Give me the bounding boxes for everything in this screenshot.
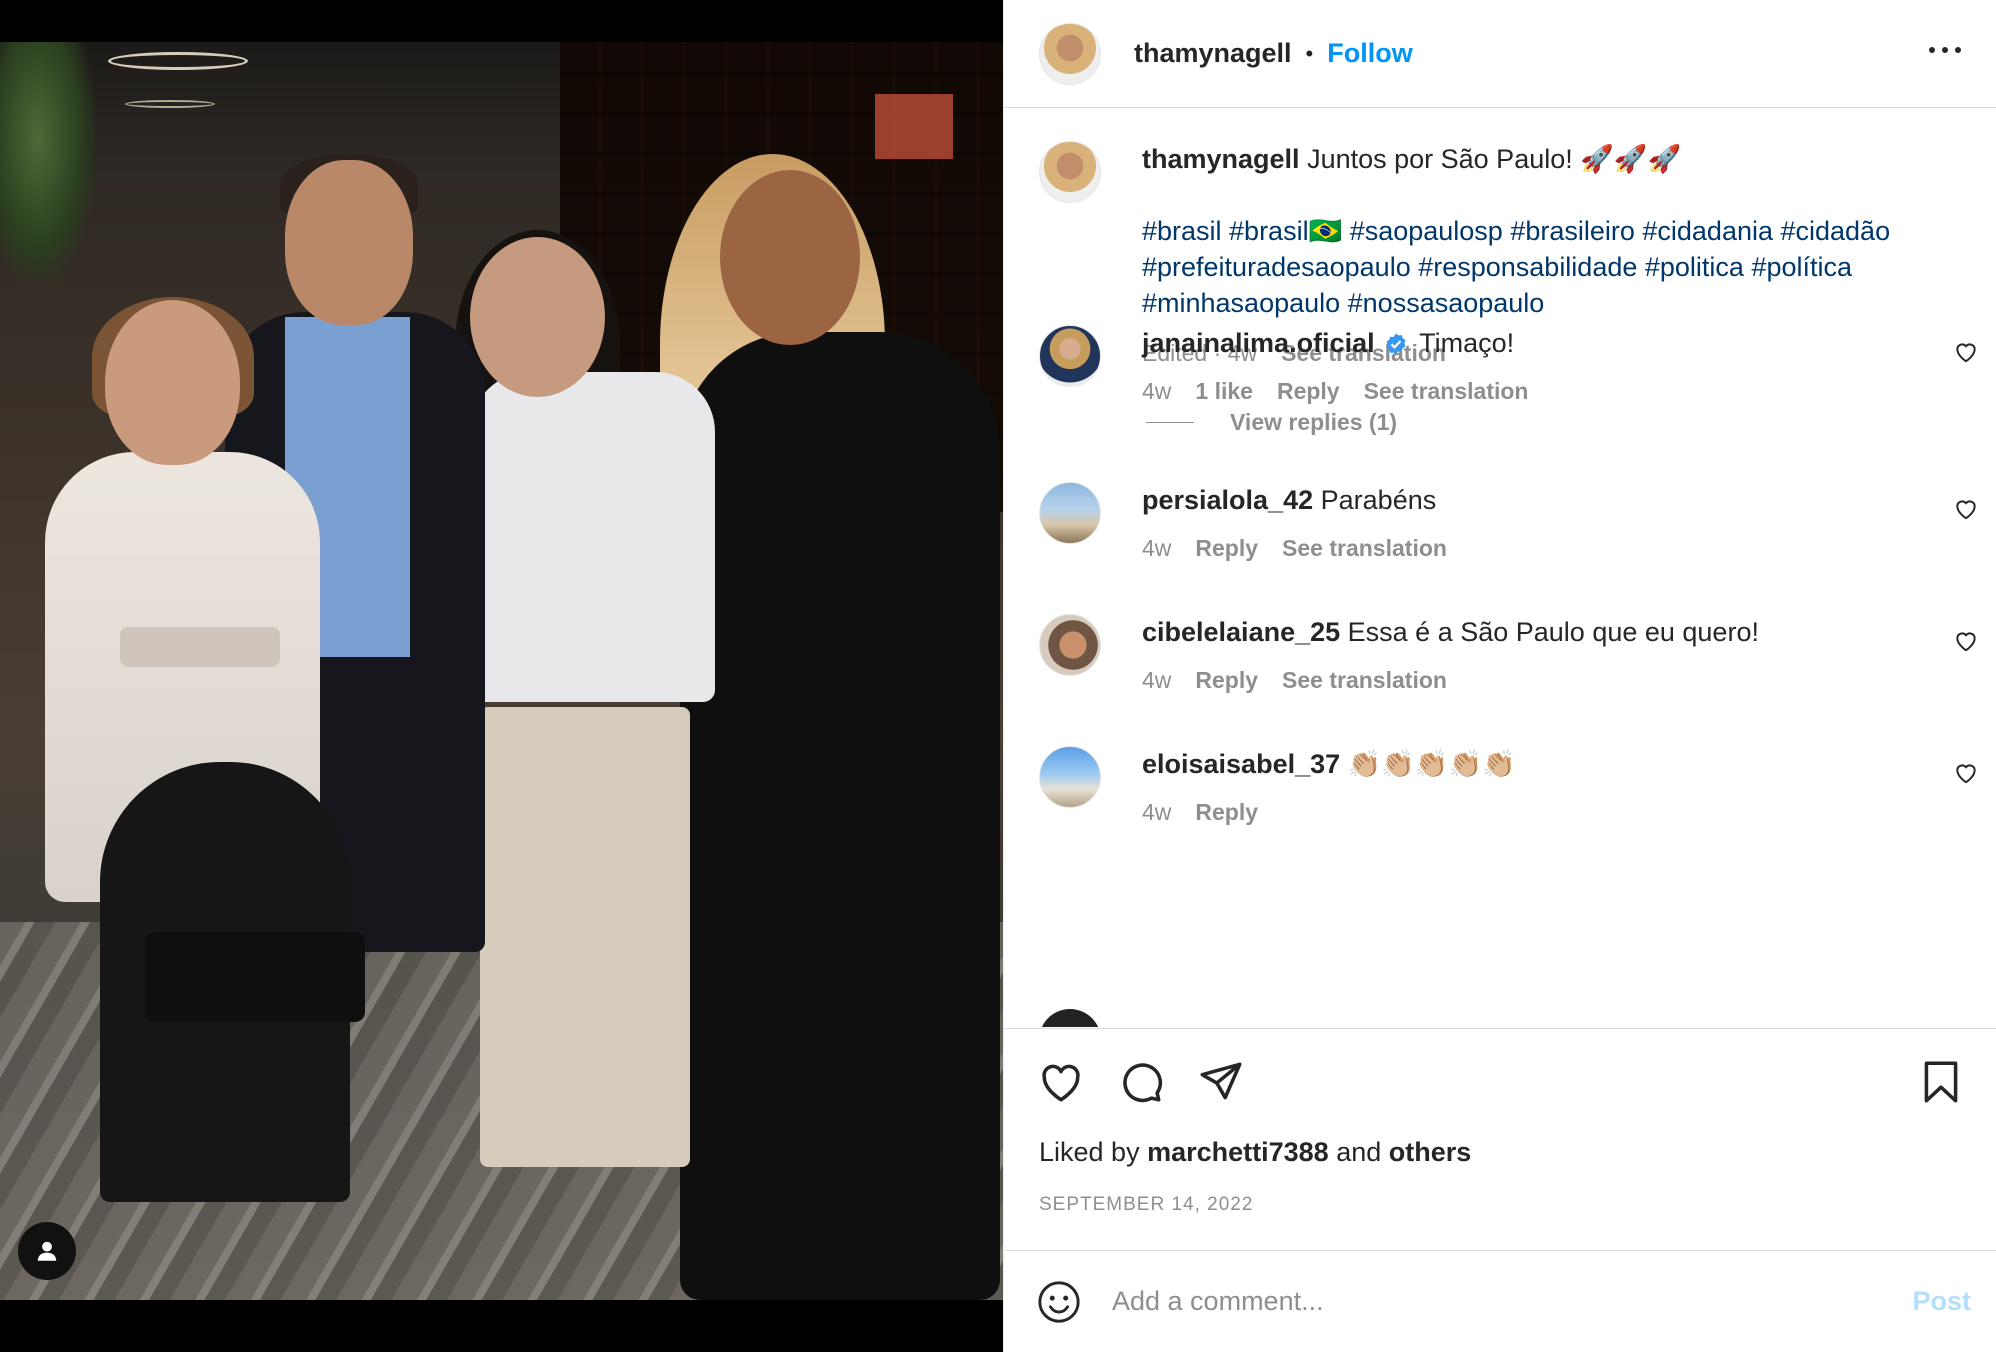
commenter-avatar[interactable] [1039,1009,1101,1027]
view-replies-button[interactable]: View replies (1) [1146,409,1397,436]
post-sidebar: thamynagell • Follow thamynagell Juntos … [1003,0,1996,1352]
heart-icon[interactable] [1036,1057,1086,1107]
comment-item-partial [1039,1009,1439,1027]
comment-time: 4w [1142,667,1172,693]
comment-heart-icon[interactable] [1953,339,1979,365]
comment-text: Timaço! [1419,328,1515,358]
view-replies-label: View replies (1) [1230,409,1398,435]
follow-button[interactable]: Follow [1327,38,1412,69]
post-media[interactable] [0,0,1003,1352]
likes-others[interactable]: others [1389,1137,1472,1167]
commenter-username[interactable]: eloisaisabel_37 [1142,749,1340,779]
caption-hashtags: #brasil #brasil🇧🇷 #saopaulosp #brasileir… [1142,213,1972,321]
post-actions: Liked by marchetti7388 and others SEPTEM… [1004,1028,1996,1250]
comment-input[interactable] [1112,1286,1852,1317]
verified-badge-icon [1386,333,1406,355]
caption-username[interactable]: thamynagell [1142,144,1300,174]
comment-time: 4w [1142,799,1172,825]
comment-likes[interactable]: 1 like [1195,373,1253,409]
emoji-icon[interactable] [1036,1279,1082,1325]
bookmark-icon[interactable] [1916,1057,1966,1107]
more-options-icon[interactable] [1925,30,1965,70]
commenter-username[interactable]: persialola_42 [1142,485,1313,515]
reply-button[interactable]: Reply [1277,373,1340,409]
comment-time: 4w [1142,535,1172,561]
instagram-post-view: thamynagell • Follow thamynagell Juntos … [0,0,1996,1352]
commenter-username[interactable]: cibelelaiane_25 [1142,617,1340,647]
post-header: thamynagell • Follow [1004,0,1996,108]
hashtags-line[interactable]: #brasil #brasil🇧🇷 #saopaulosp #brasileir… [1142,213,1972,249]
reply-button[interactable]: Reply [1195,530,1258,566]
caption-avatar[interactable] [1039,141,1101,203]
share-icon[interactable] [1196,1057,1246,1107]
commenter-avatar[interactable] [1039,746,1101,808]
reply-button[interactable]: Reply [1195,794,1258,830]
liked-by-user[interactable]: marchetti7388 [1147,1137,1329,1167]
likes-and: and [1336,1137,1382,1167]
author-username[interactable]: thamynagell [1134,38,1292,69]
see-translation-link[interactable]: See translation [1364,373,1529,409]
caption-text: Juntos por São Paulo! 🚀🚀🚀 [1307,144,1682,174]
commenter-avatar[interactable] [1039,614,1101,676]
comment-composer: Post [1004,1250,1996,1352]
comment-text: 👏🏼👏🏼👏🏼👏🏼👏🏼 [1347,749,1516,779]
hashtags-line[interactable]: #minhasaopaulo #nossasaopaulo [1142,285,1972,321]
likes-prefix: Liked by [1039,1137,1140,1167]
author-avatar[interactable] [1039,22,1101,85]
comment-text: Essa é a São Paulo que eu quero! [1347,617,1759,647]
reply-button[interactable]: Reply [1195,662,1258,698]
comment-heart-icon[interactable] [1953,760,1979,786]
post-button[interactable]: Post [1912,1286,1971,1317]
hashtags-line[interactable]: #prefeituradesaopaulo #responsabilidade … [1142,249,1972,285]
commenter-avatar[interactable] [1039,482,1101,544]
see-translation-link[interactable]: See translation [1282,530,1447,566]
separator-dot: • [1305,40,1314,66]
comment-time: 4w [1142,378,1172,404]
see-translation-link[interactable]: See translation [1282,662,1447,698]
post-photo [0,42,1003,1300]
comments-list[interactable]: thamynagell Juntos por São Paulo! 🚀🚀🚀 #b… [1004,109,1996,1027]
likes-summary: Liked by marchetti7388 and others [1039,1137,1471,1168]
comment-heart-icon[interactable] [1953,628,1979,654]
commenter-avatar[interactable] [1039,325,1101,387]
comment-icon[interactable] [1116,1057,1166,1107]
comment-heart-icon[interactable] [1953,496,1979,522]
post-date: SEPTEMBER 14, 2022 [1039,1194,1254,1215]
user-tag-icon[interactable] [18,1222,76,1280]
commenter-username[interactable]: janainalima.oficial [1142,328,1375,358]
comment-text: Parabéns [1320,485,1437,515]
